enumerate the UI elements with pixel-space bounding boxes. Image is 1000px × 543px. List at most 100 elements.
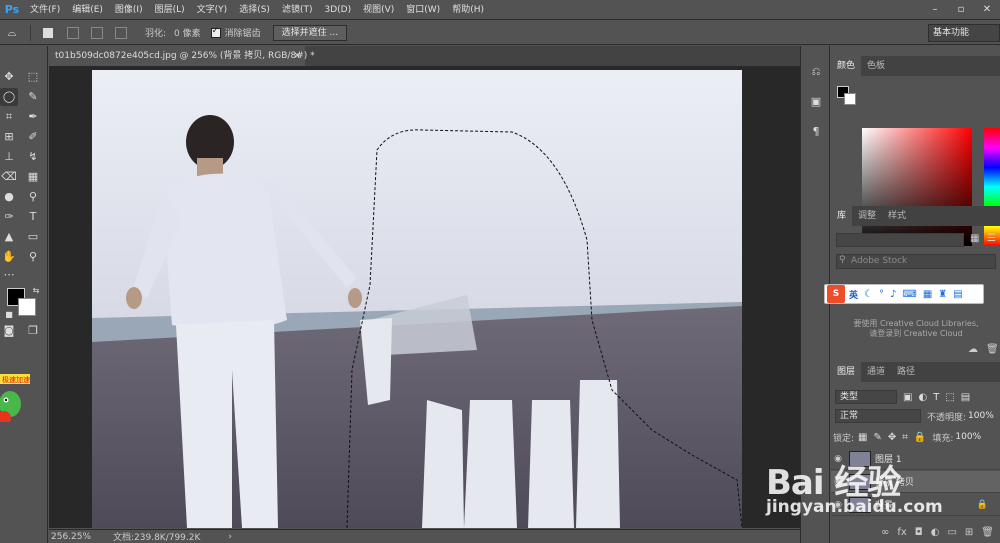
tab-adjustments[interactable]: 调整 bbox=[852, 206, 882, 226]
lock-artboard-icon[interactable]: ⌗ bbox=[902, 432, 908, 443]
type-tool-icon[interactable]: T bbox=[24, 208, 42, 226]
text-filter-icon[interactable]: T bbox=[933, 392, 939, 403]
trash-icon[interactable]: 🗑 bbox=[986, 344, 999, 355]
lasso-tool-icon[interactable]: ◯ bbox=[0, 88, 18, 106]
minimize-button[interactable]: – bbox=[922, 0, 948, 20]
stamp-tool-icon[interactable]: ⊥ bbox=[0, 148, 18, 166]
cloud-icon[interactable]: ☁ bbox=[968, 344, 978, 355]
feather-input[interactable]: 0 像素 bbox=[174, 26, 201, 39]
opacity-value[interactable]: 100% bbox=[968, 411, 994, 421]
marquee-tool-icon[interactable]: ⬚ bbox=[24, 68, 42, 86]
menu-3d[interactable]: 3D(D) bbox=[318, 0, 357, 20]
menu-type[interactable]: 文字(Y) bbox=[191, 0, 234, 20]
swap-colors-icon[interactable]: ⇆ bbox=[27, 282, 45, 300]
tab-swatches[interactable]: 色板 bbox=[861, 56, 891, 76]
menu-window[interactable]: 窗口(W) bbox=[400, 0, 446, 20]
add-mask-icon[interactable]: ◘ bbox=[915, 527, 923, 538]
tab-color[interactable]: 颜色 bbox=[831, 56, 862, 76]
document-tab[interactable]: t01b509dc0872e405cd.jpg @ 256% (背景 拷贝, R… bbox=[49, 46, 315, 66]
background-color-swatch[interactable] bbox=[18, 298, 36, 316]
properties-panel-icon[interactable]: ▣ bbox=[808, 94, 824, 110]
brush-tool-icon[interactable]: ✐ bbox=[24, 128, 42, 146]
path-select-tool-icon[interactable]: ▲ bbox=[0, 228, 18, 246]
color-picker-field[interactable] bbox=[862, 128, 972, 246]
adjustment-filter-icon[interactable]: ◐ bbox=[918, 392, 927, 403]
library-dropdown[interactable] bbox=[836, 233, 964, 247]
tab-libraries[interactable]: 库 bbox=[831, 206, 853, 226]
hue-slider[interactable] bbox=[984, 128, 1000, 246]
shape-tool-icon[interactable]: ▭ bbox=[24, 228, 42, 246]
blur-tool-icon[interactable]: ● bbox=[0, 188, 18, 206]
menu-help[interactable]: 帮助(H) bbox=[446, 0, 490, 20]
select-and-mask-button[interactable]: 选择并遮住 ... bbox=[272, 24, 348, 41]
add-selection-icon[interactable] bbox=[67, 26, 79, 39]
pen-tool-icon[interactable]: ✑ bbox=[0, 208, 18, 226]
skin-icon[interactable]: ♜ bbox=[938, 289, 947, 300]
lock-pixels-icon[interactable]: ✎ bbox=[874, 432, 882, 443]
intersect-selection-icon[interactable] bbox=[115, 26, 127, 39]
lasso-preset-icon[interactable]: ⌓ bbox=[0, 26, 24, 40]
microphone-icon[interactable]: ♪ bbox=[890, 289, 896, 300]
quick-mask-icon[interactable]: ◙ bbox=[0, 322, 18, 340]
menu-image[interactable]: 图像(I) bbox=[109, 0, 149, 20]
link-layers-icon[interactable]: ∞ bbox=[881, 527, 889, 538]
ime-toolbar[interactable]: S 英 ☾ ° ♪ ⌨ ▦ ♜ ▤ bbox=[824, 284, 984, 304]
menu-filter[interactable]: 滤镜(T) bbox=[276, 0, 319, 20]
close-document-icon[interactable]: × bbox=[293, 46, 301, 66]
status-menu-arrow[interactable]: › bbox=[228, 532, 232, 542]
quick-select-tool-icon[interactable]: ✎ bbox=[24, 88, 42, 106]
punctuation-icon[interactable]: ° bbox=[879, 289, 884, 300]
delete-layer-icon[interactable]: 🗑 bbox=[981, 527, 994, 538]
history-brush-tool-icon[interactable]: ↯ bbox=[24, 148, 42, 166]
document-image[interactable] bbox=[92, 70, 742, 528]
fill-value[interactable]: 100% bbox=[955, 432, 981, 442]
tab-channels[interactable]: 通道 bbox=[861, 362, 891, 382]
smart-filter-icon[interactable]: ▤ bbox=[961, 392, 970, 403]
accelerator-sticker-icon[interactable]: 极速加速 bbox=[0, 372, 30, 422]
lock-transparent-icon[interactable]: ▦ bbox=[858, 432, 867, 443]
tab-layers[interactable]: 图层 bbox=[831, 362, 862, 382]
eyedropper-tool-icon[interactable]: ✒ bbox=[24, 108, 42, 126]
new-group-icon[interactable]: ▭ bbox=[947, 527, 956, 538]
menu-select[interactable]: 选择(S) bbox=[233, 0, 276, 20]
library-search-input[interactable]: Adobe Stock bbox=[836, 254, 996, 269]
dodge-tool-icon[interactable]: ⚲ bbox=[24, 188, 42, 206]
layer-style-icon[interactable]: fx bbox=[897, 527, 906, 538]
grid-view-icon[interactable]: ▦ bbox=[970, 233, 979, 244]
hand-tool-icon[interactable]: ✋ bbox=[0, 248, 18, 266]
menu-file[interactable]: 文件(F) bbox=[24, 0, 66, 20]
tab-paths[interactable]: 路径 bbox=[891, 362, 921, 382]
menu-edit[interactable]: 编辑(E) bbox=[66, 0, 109, 20]
lock-all-icon[interactable]: 🔒 bbox=[914, 432, 926, 443]
more-tools-icon[interactable]: ⋯ bbox=[0, 266, 18, 284]
maximize-button[interactable]: ▫ bbox=[948, 0, 974, 20]
blend-mode-dropdown[interactable]: 正常 bbox=[835, 409, 921, 423]
tab-styles[interactable]: 样式 bbox=[882, 206, 912, 226]
workspace-dropdown[interactable]: 基本功能 bbox=[928, 24, 1000, 42]
keyboard-icon[interactable]: ⌨ bbox=[902, 289, 916, 300]
ime-language[interactable]: 英 bbox=[849, 288, 858, 301]
zoom-tool-icon[interactable]: ⚲ bbox=[24, 248, 42, 266]
menu-layer[interactable]: 图层(L) bbox=[149, 0, 191, 20]
adjustment-layer-icon[interactable]: ◐ bbox=[931, 527, 940, 538]
subtract-selection-icon[interactable] bbox=[91, 26, 103, 39]
new-layer-icon[interactable]: ⊞ bbox=[965, 527, 973, 538]
moon-icon[interactable]: ☾ bbox=[864, 289, 873, 300]
move-tool-icon[interactable]: ✥ bbox=[0, 68, 18, 86]
gradient-tool-icon[interactable]: ▦ bbox=[24, 168, 42, 186]
zoom-level[interactable]: 256.25% bbox=[49, 532, 109, 542]
layer-filter-dropdown[interactable]: 类型 bbox=[835, 390, 897, 404]
list-view-icon[interactable]: ☰ bbox=[987, 233, 996, 244]
eraser-tool-icon[interactable]: ⌫ bbox=[0, 168, 18, 186]
antialias-checkbox[interactable] bbox=[210, 26, 221, 38]
shape-filter-icon[interactable]: ⬚ bbox=[945, 392, 954, 403]
close-window-button[interactable]: ✕ bbox=[974, 0, 1000, 20]
crop-tool-icon[interactable]: ⌗ bbox=[0, 108, 18, 126]
new-selection-icon[interactable] bbox=[43, 27, 53, 38]
lock-position-icon[interactable]: ✥ bbox=[888, 432, 896, 443]
paragraph-panel-icon[interactable]: ¶ bbox=[808, 124, 824, 140]
color-panel-background[interactable] bbox=[844, 93, 856, 105]
menu-view[interactable]: 视图(V) bbox=[357, 0, 400, 20]
tools-icon[interactable]: ▤ bbox=[953, 289, 962, 300]
screen-mode-icon[interactable]: ❐ bbox=[24, 322, 42, 340]
